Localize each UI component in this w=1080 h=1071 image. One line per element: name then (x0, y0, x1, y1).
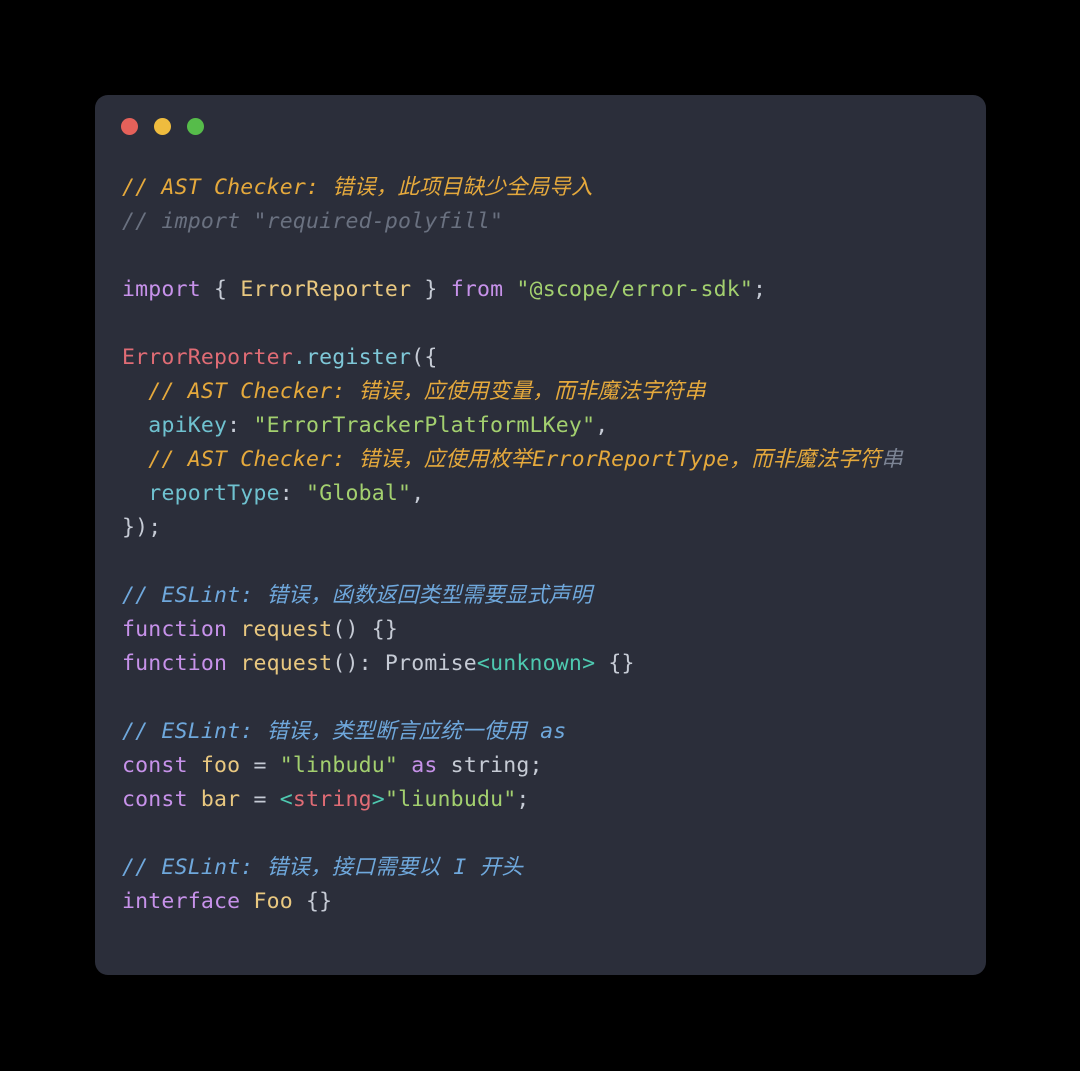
code-token: Foo (253, 889, 293, 914)
code-line: function request(): Promise<unknown> {} (122, 647, 986, 681)
code-line: ErrorReporter.register({ (122, 341, 986, 375)
code-token: } (424, 277, 438, 302)
code-token: ErrorReporter (240, 277, 412, 302)
code-line: // ESLint: 错误，类型断言应统一使用 as (122, 715, 986, 749)
code-line: apiKey: "ErrorTrackerPlatformLKey", (122, 409, 986, 443)
code-line: const bar = <string>"liunbudu"; (122, 783, 986, 817)
code-token: "Global" (306, 481, 412, 506)
code-line: }); (122, 511, 986, 545)
minimize-button[interactable] (154, 118, 171, 135)
code-line: // import "required-polyfill" (122, 205, 986, 239)
code-token: < (279, 787, 293, 812)
screenshot-root: // AST Checker: 错误，此项目缺少全局导入 // import "r… (0, 0, 1080, 1071)
window-titlebar[interactable] (95, 95, 986, 165)
maximize-button[interactable] (187, 118, 204, 135)
code-token: "liunbudu" (384, 787, 517, 812)
code-token: () {} (332, 617, 399, 642)
code-token: (): (332, 651, 385, 676)
code-token: : (279, 481, 307, 506)
code-token: .register (292, 345, 412, 370)
code-token: ; (529, 753, 543, 778)
code-token: import (122, 277, 201, 302)
code-token: > (371, 787, 385, 812)
code-token: , (595, 413, 609, 438)
code-token: // AST Checker: 错误，此项目缺少全局导入 (122, 175, 593, 200)
code-token: request (240, 617, 333, 642)
code-token: "ErrorTrackerPlatformLKey" (253, 413, 596, 438)
code-token: }); (122, 515, 162, 540)
code-line: const foo = "linbudu" as string; (122, 749, 986, 783)
code-line: interface Foo {} (122, 885, 986, 919)
code-token: string (292, 787, 372, 812)
code-token: "linbudu" (279, 753, 399, 778)
code-token: {} (292, 889, 333, 914)
code-token: // ESLint: 错误，函数返回类型需要显式声明 (122, 583, 593, 608)
code-token: ; (516, 787, 530, 812)
code-editor-content[interactable]: // AST Checker: 错误，此项目缺少全局导入 // import "r… (95, 165, 986, 975)
code-token: from (450, 277, 504, 302)
code-token: 串 (881, 447, 903, 472)
code-token: string (450, 753, 530, 778)
code-token: : (227, 413, 254, 438)
code-token: // AST Checker: 错误，应使用枚举ErrorReportType，… (148, 447, 882, 472)
code-line: function request() {} (122, 613, 986, 647)
code-line: // AST Checker: 错误，应使用变量，而非魔法字符串 (122, 375, 986, 409)
code-token: bar (200, 787, 241, 812)
code-token: apiKey (148, 413, 228, 438)
code-token: ({ (411, 345, 438, 370)
close-button[interactable] (121, 118, 138, 135)
code-token: reportType (148, 481, 280, 506)
code-token: const (122, 753, 188, 778)
code-line: reportType: "Global", (122, 477, 986, 511)
code-token: function (122, 617, 228, 642)
code-token: = (240, 787, 280, 812)
code-token: as (411, 753, 438, 778)
code-token: { (214, 277, 228, 302)
code-token: = (240, 753, 280, 778)
code-token: // ESLint: 错误，接口需要以 I 开头 (122, 855, 524, 880)
code-token: request (240, 651, 333, 676)
code-line: // AST Checker: 错误，此项目缺少全局导入 (122, 171, 986, 205)
code-token: {} (595, 651, 635, 676)
code-token: // import "required-polyfill" (122, 209, 504, 234)
code-token: , (411, 481, 425, 506)
code-token: const (122, 787, 188, 812)
code-token: ErrorReporter (122, 345, 293, 370)
code-line: // ESLint: 错误，接口需要以 I 开头 (122, 851, 986, 885)
code-token: Promise (384, 651, 477, 676)
code-line: // AST Checker: 错误，应使用枚举ErrorReportType，… (122, 443, 986, 477)
code-token: function (122, 651, 228, 676)
code-token: // AST Checker: 错误，应使用变量，而非魔法字符串 (148, 379, 706, 404)
code-line: // ESLint: 错误，函数返回类型需要显式声明 (122, 579, 986, 613)
code-token: ; (753, 277, 767, 302)
code-token: <unknown> (476, 651, 596, 676)
code-line: import { ErrorReporter } from "@scope/er… (122, 273, 986, 307)
code-token: interface (122, 889, 241, 914)
code-token: // ESLint: 错误，类型断言应统一使用 as (122, 719, 567, 744)
code-token: "@scope/error-sdk" (516, 277, 754, 302)
code-window: // AST Checker: 错误，此项目缺少全局导入 // import "r… (95, 95, 986, 975)
code-token: foo (200, 753, 241, 778)
